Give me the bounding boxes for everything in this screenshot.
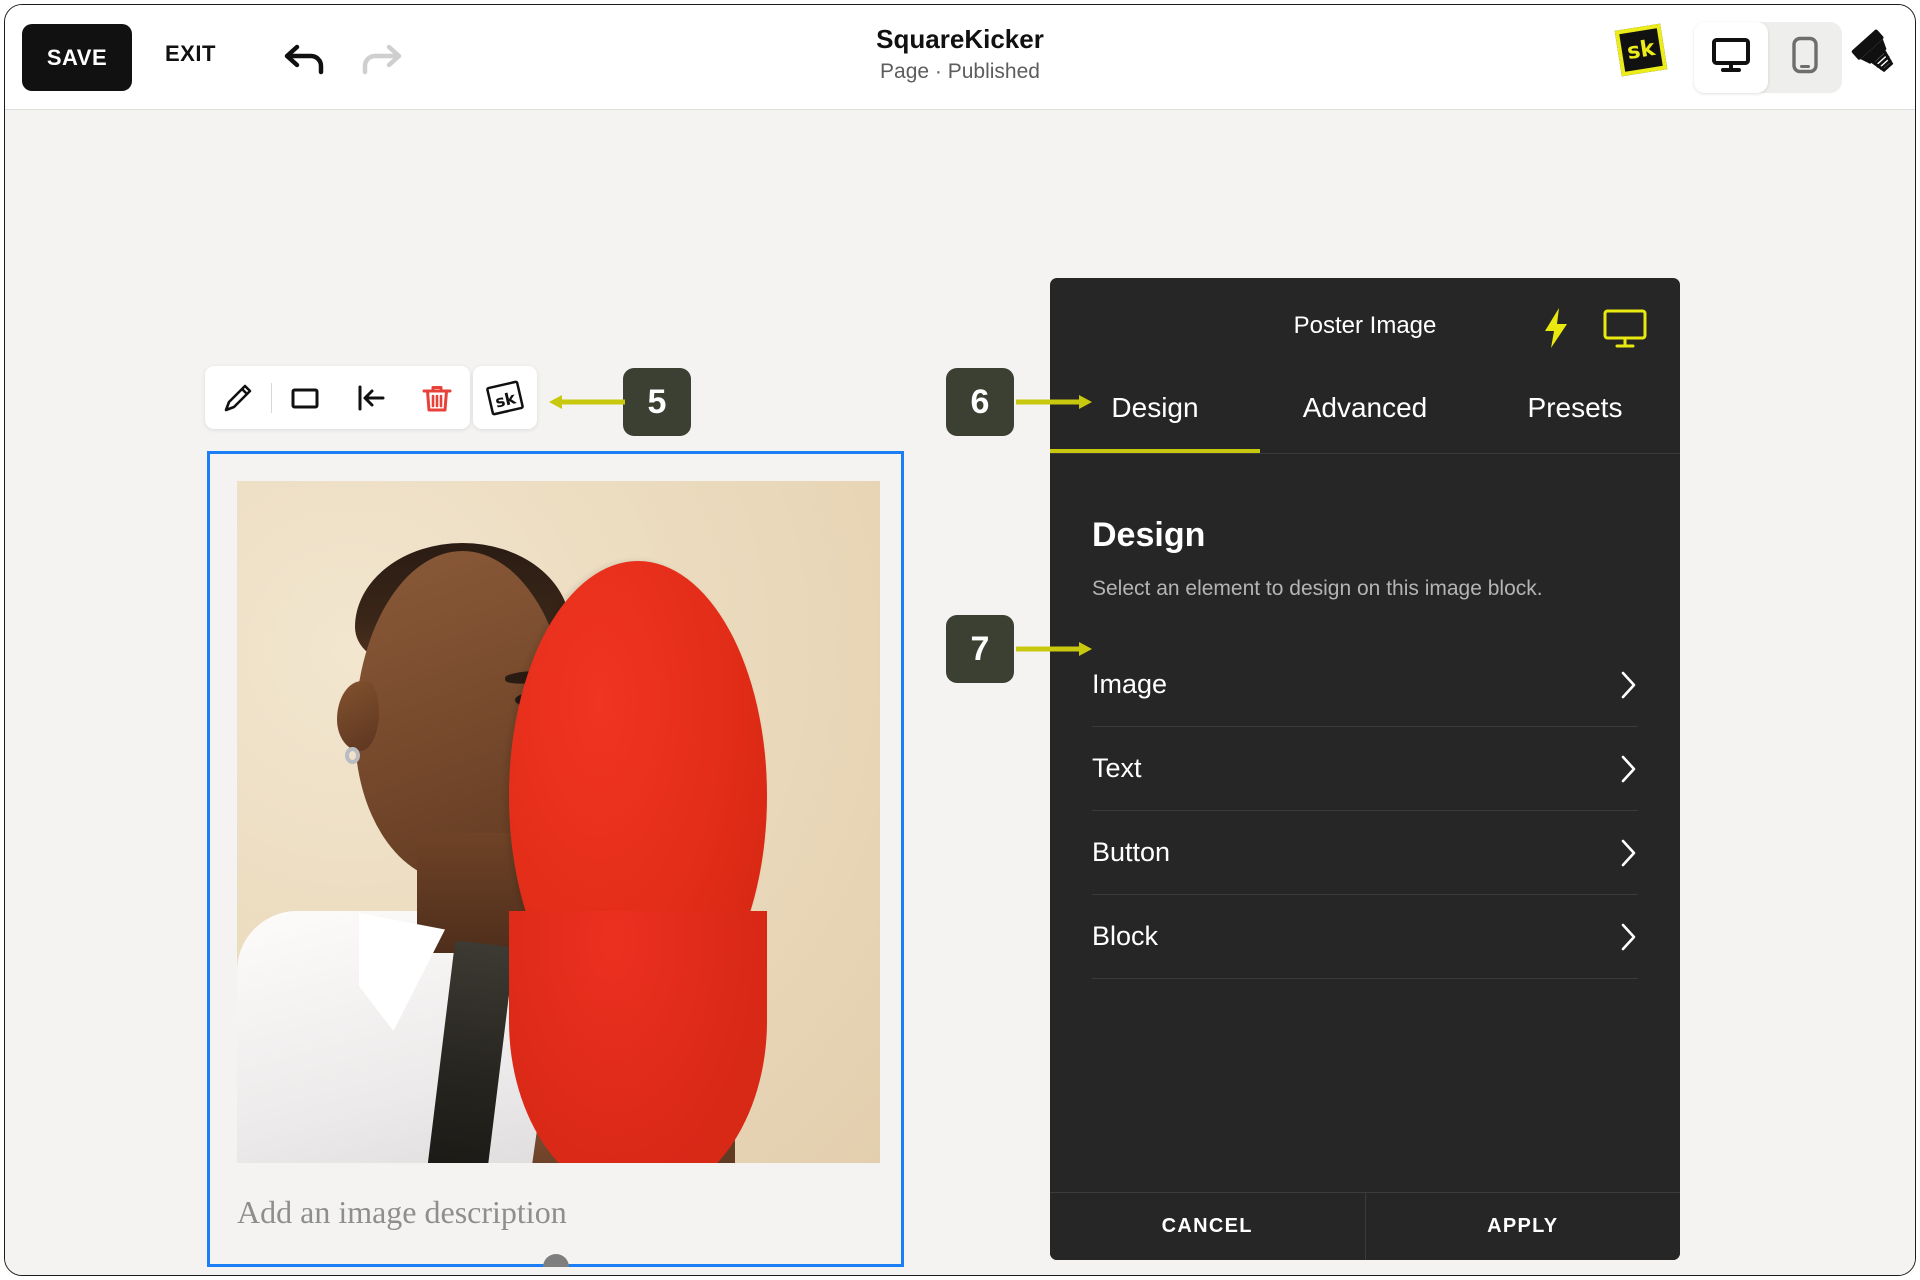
device-preview-toggle[interactable] [1694,22,1842,93]
squarekicker-editor-window: SAVE EXIT SquareKicker Page · Published … [4,4,1916,1276]
block-resize-handle[interactable] [542,1254,569,1267]
save-button-label: SAVE [46,44,108,70]
annotation-badge-6-number: 6 [970,382,990,421]
apply-button-label: APPLY [1487,1215,1559,1237]
tab-presets-label: Presets [1527,392,1623,423]
annotation-arrow-7 [1014,638,1094,660]
text-option-label: Text [1092,753,1142,783]
section-subtitle: Select an element to design on this imag… [1092,577,1543,600]
exit-button[interactable]: EXIT [165,41,216,67]
tab-presets[interactable]: Presets [1470,386,1680,424]
undo-arrow-icon[interactable] [281,35,333,83]
delete-trash-icon[interactable] [404,366,470,429]
annotation-badge-5-number: 5 [647,382,667,421]
image-caption-placeholder[interactable]: Add an image description [237,1194,567,1231]
image-option-row[interactable]: Image [1092,643,1638,727]
lightning-bolt-icon[interactable] [1537,306,1573,350]
cancel-button[interactable]: CANCEL [1050,1193,1365,1260]
desktop-monitor-icon[interactable] [1602,308,1648,350]
paintbrush-icon[interactable] [1849,27,1905,83]
mobile-view-button[interactable] [1768,22,1842,93]
image-option-label: Image [1092,669,1168,699]
panel-footer: CANCEL APPLY [1050,1192,1680,1260]
apply-button[interactable]: APPLY [1366,1193,1681,1260]
chevron-right-icon [1618,921,1638,953]
block-option-label: Block [1092,921,1159,951]
mobile-phone-icon [1791,36,1819,79]
annotation-badge-5: 5 [623,368,691,436]
tab-advanced-label: Advanced [1302,392,1428,423]
annotation-badge-6: 6 [946,368,1014,436]
desktop-view-button[interactable] [1694,22,1768,93]
block-option-row[interactable]: Block [1092,895,1638,979]
editor-canvas: sk Add an image description Poster Image… [5,110,1915,1275]
save-button[interactable]: SAVE [22,24,132,91]
desktop-monitor-icon [1711,37,1751,78]
chevron-right-icon [1618,837,1638,869]
chevron-right-icon [1618,669,1638,701]
button-option-label: Button [1092,837,1171,867]
align-left-icon[interactable] [338,366,404,429]
design-options-list: Image Text Button Block [1092,643,1638,979]
button-option-row[interactable]: Button [1092,811,1638,895]
squarekicker-logo-text: sk [1625,35,1657,65]
squarekicker-logo-icon[interactable]: sk [1614,23,1668,77]
sk-block-button[interactable]: sk [473,366,537,429]
poster-image[interactable] [237,481,880,1163]
panel-header: Poster Image [1050,278,1680,386]
edit-pencil-icon[interactable] [205,366,271,429]
chevron-right-icon [1618,753,1638,785]
tab-advanced[interactable]: Advanced [1260,386,1470,424]
text-option-row[interactable]: Text [1092,727,1638,811]
redo-arrow-icon[interactable] [353,35,405,83]
tab-design-label: Design [1111,392,1199,423]
crop-rectangle-icon[interactable] [272,366,338,429]
block-action-toolbar [205,366,470,429]
squarekicker-design-panel: Poster Image Design Advanced Presets Des… [1050,278,1680,1260]
svg-text:sk: sk [493,388,518,411]
exit-button-label: EXIT [165,41,216,66]
annotation-arrow-6 [1014,391,1094,413]
panel-tabs: Design Advanced Presets [1050,386,1680,454]
cancel-button-label: CANCEL [1161,1215,1253,1237]
annotation-arrow-5 [547,391,627,413]
annotation-badge-7-number: 7 [970,629,990,668]
top-toolbar: SAVE EXIT SquareKicker Page · Published … [5,5,1915,110]
panel-title: Poster Image [1293,312,1437,339]
section-title: Design [1092,516,1206,554]
annotation-badge-7: 7 [946,615,1014,683]
panel-body: Design Select an element to design on th… [1050,454,1680,979]
selected-image-block[interactable]: Add an image description [207,451,904,1267]
